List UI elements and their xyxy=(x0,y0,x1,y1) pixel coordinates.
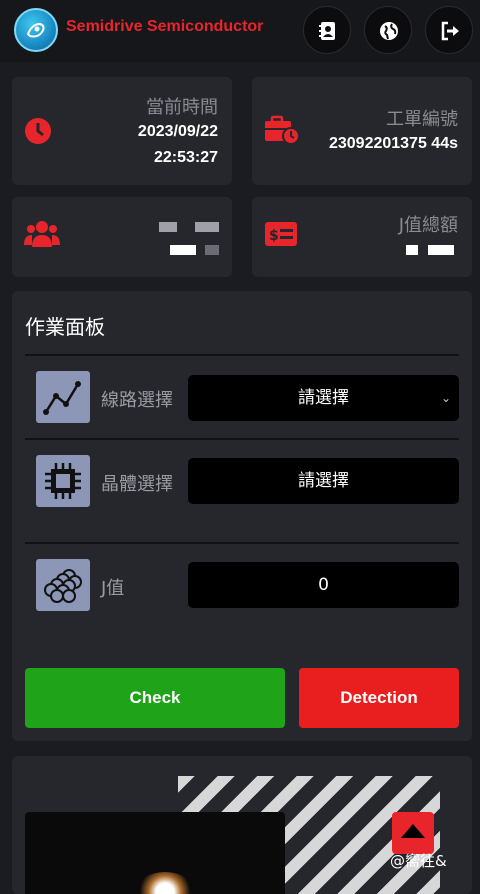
work-order-card: 工單編號 23092201375 44s xyxy=(252,77,472,185)
chip-select[interactable]: 請選擇 xyxy=(188,458,459,504)
brand-name: Semidrive Semiconductor xyxy=(66,18,264,35)
divider xyxy=(25,542,459,544)
language-button[interactable] xyxy=(364,6,412,54)
masked-value xyxy=(428,245,454,255)
current-date: 2023/09/22 xyxy=(137,123,218,140)
detection-button[interactable]: Detection xyxy=(299,668,459,728)
divider xyxy=(25,354,459,356)
briefcase-clock-icon xyxy=(265,115,300,145)
chip-label: 晶體選擇 xyxy=(101,474,173,495)
current-time: 22:53:27 xyxy=(153,149,218,166)
j-value-total-card: $ J值總額 xyxy=(252,197,472,277)
spheres-icon xyxy=(36,559,90,611)
j-value-total-label: J值總額 xyxy=(398,215,458,236)
chevron-down-icon: ⌄ xyxy=(440,391,451,405)
watermark: @嚮往& xyxy=(390,852,447,870)
scroll-to-top-button[interactable] xyxy=(392,812,434,854)
svg-text:$: $ xyxy=(269,228,279,244)
line-chart-icon xyxy=(36,371,90,423)
masked-value xyxy=(406,245,418,255)
masked-value xyxy=(205,245,219,255)
work-order-label: 工單編號 xyxy=(386,109,458,130)
route-select[interactable]: 請選擇 ⌄ xyxy=(188,375,459,421)
check-button[interactable]: Check xyxy=(25,668,285,728)
camera-preview xyxy=(25,812,285,894)
contacts-icon xyxy=(319,22,335,40)
current-time-label: 當前時間 xyxy=(146,97,218,118)
masked-value xyxy=(159,222,177,232)
brand-logo xyxy=(14,8,58,52)
masked-value xyxy=(170,245,196,255)
chip-icon xyxy=(36,455,90,507)
users-icon xyxy=(24,221,60,247)
arrow-up-icon xyxy=(401,824,425,838)
j-value-input[interactable]: 0 xyxy=(188,562,459,608)
current-time-card: 當前時間 2023/09/22 22:53:27 xyxy=(12,77,232,185)
globe-icon xyxy=(380,22,398,40)
j-value-label: J值 xyxy=(101,578,125,599)
route-label: 線路選擇 xyxy=(101,390,173,411)
route-select-value: 請選擇 xyxy=(298,388,349,408)
chip-select-value: 請選擇 xyxy=(298,471,349,491)
logout-button[interactable] xyxy=(425,6,473,54)
clock-icon xyxy=(25,118,51,144)
light-spot xyxy=(135,872,195,894)
divider xyxy=(25,438,459,440)
team-card xyxy=(12,197,232,277)
operation-panel: 作業面板 線路選擇 請選擇 ⌄ 晶體選擇 請選擇 J值 0 Check Dete… xyxy=(12,291,472,741)
contacts-button[interactable] xyxy=(303,6,351,54)
masked-value xyxy=(195,222,219,232)
work-order-number: 23092201375 44s xyxy=(328,135,458,152)
money-card-icon: $ xyxy=(265,222,297,246)
top-bar: Semidrive Semiconductor xyxy=(0,0,480,62)
j-value-input-value: 0 xyxy=(318,575,329,595)
panel-title: 作業面板 xyxy=(25,315,105,339)
logout-icon xyxy=(441,21,459,41)
